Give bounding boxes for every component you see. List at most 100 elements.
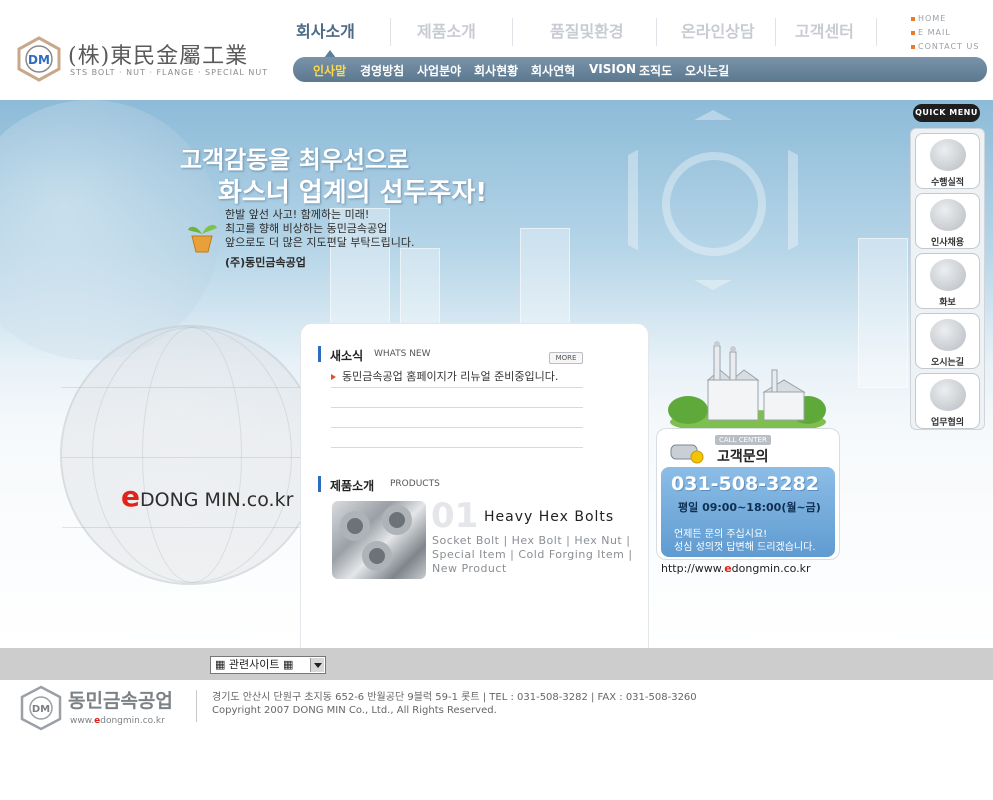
footer-company-name: 동민금속공업 <box>68 690 173 712</box>
quick-item-label: 업무협의 <box>930 418 965 428</box>
sub-nav-business[interactable]: 사업분야 <box>417 62 461 79</box>
quick-item-records[interactable]: 수행실적 <box>915 133 980 189</box>
products-title: 제품소개 <box>330 479 375 493</box>
news-item <box>331 428 583 448</box>
recruit-icon <box>930 199 966 231</box>
nut-shape <box>382 505 412 535</box>
products-section-header: 제품소개 PRODUCTS <box>318 476 588 493</box>
camera-icon <box>930 259 966 291</box>
footer-copyright: Copyright 2007 DONG MIN Co., Ltd., All R… <box>212 705 497 716</box>
util-contact-label: CONTACT US <box>918 42 980 51</box>
call-center-box: CALL CENTER 고객문의 031-508-3282 평일 09:00~1… <box>656 428 840 560</box>
call-center-tag: CALL CENTER <box>715 435 771 445</box>
util-home-label: HOME <box>918 14 947 23</box>
bullet-arrow-icon <box>331 374 336 380</box>
related-sites-select[interactable]: ▦ 관련사이트 ▦ <box>210 656 326 674</box>
wordmark-rest: DONG MIN.co.kr <box>140 489 294 511</box>
company-tagline: STS BOLT · NUT · FLANGE · SPECIAL NUT <box>70 68 269 77</box>
emblem-letters: DM <box>28 53 50 67</box>
sub-nav-location[interactable]: 오시는길 <box>685 62 729 79</box>
util-contact-link[interactable]: CONTACT US <box>911 40 991 54</box>
util-home-link[interactable]: HOME <box>911 12 991 26</box>
nav-divider <box>656 18 657 46</box>
sub-nav-vision[interactable]: VISION <box>589 62 636 76</box>
main-nav-customer[interactable]: 고객센터 <box>795 18 854 42</box>
pen-icon <box>930 379 966 411</box>
news-section-header: 새소식 WHATS NEW <box>318 346 588 363</box>
footer-info: 경기도 안산시 단원구 초지동 652-6 반월공단 9블럭 59-1 롯트 |… <box>212 691 697 717</box>
hero-intro-text: 한발 앞선 사고! 함께하는 미래! 최고를 향해 비상하는 동민금속공업 앞으… <box>225 208 415 270</box>
bullet-icon <box>911 44 915 49</box>
sub-nav-status[interactable]: 회사현황 <box>474 62 518 79</box>
product-sub-list[interactable]: Socket Bolt | Hex Bolt | Hex Nut | Speci… <box>432 534 642 576</box>
nav-divider <box>390 18 391 46</box>
sub-nav-greeting[interactable]: 인사말 <box>313 62 346 79</box>
sub-nav-policy[interactable]: 경영방침 <box>360 62 404 79</box>
sub-nav-organization[interactable]: 조직도 <box>639 62 672 79</box>
product-number: 01 <box>431 496 479 536</box>
quick-menu: QUICK MENU 수행실적 인사채용 화보 오시는길 업무협의 <box>910 104 986 430</box>
sub-nav-history[interactable]: 회사연혁 <box>531 62 575 79</box>
phone-icon <box>670 444 704 464</box>
wordmark-e: e <box>121 480 140 513</box>
call-center-message2: 성심 성의껏 답변해 드리겠습니다. <box>674 542 816 553</box>
quick-item-location[interactable]: 오시는길 <box>915 313 980 369</box>
main-navigation: 회사소개 제품소개 품질및환경 온라인상담 고객센터 <box>290 18 890 48</box>
footer-divider <box>196 690 197 722</box>
header: DM (株)東民金屬工業 STS BOLT · NUT · FLANGE · S… <box>0 0 993 100</box>
product-image[interactable] <box>332 501 426 579</box>
footer-emblem-icon: DM <box>20 685 62 731</box>
quick-item-label: 인사채용 <box>930 238 965 248</box>
util-email-label: E MAIL <box>918 28 951 37</box>
intro-line: 앞으로도 더 많은 지도편달 부탁드립니다. <box>225 236 415 249</box>
records-icon <box>930 139 966 171</box>
section-bar <box>318 346 321 362</box>
hero-slogan-line1: 고객감동을 최우선으로 <box>180 146 410 174</box>
nav-divider <box>876 18 877 46</box>
content-panel: 새소식 WHATS NEW MORE 동민금속공업 홈페이지가 리뉴얼 준비중입… <box>300 323 649 653</box>
related-sites-label: ▦ 관련사이트 ▦ <box>215 658 294 671</box>
url-e: e <box>724 562 732 575</box>
url-prefix: http://www. <box>661 562 725 575</box>
product-name[interactable]: Heavy Hex Bolts <box>484 509 614 525</box>
hero-slogan-line2: 화스너 업계의 선두주자! <box>218 178 488 208</box>
main-nav-quality[interactable]: 품질및환경 <box>550 18 624 42</box>
bullet-icon <box>911 30 915 35</box>
call-center-heading: 고객문의 <box>717 449 769 465</box>
sub-navigation: 인사말 경영방침 사업분야 회사현황 회사연혁 VISION 조직도 오시는길 <box>293 57 987 82</box>
news-item[interactable]: 동민금속공업 홈페이지가 리뉴얼 준비중입니다. <box>331 368 583 388</box>
nav-divider <box>775 18 776 46</box>
website-url[interactable]: http://www.edongmin.co.kr <box>661 562 811 575</box>
footer-bar <box>0 648 993 680</box>
news-item <box>331 388 583 408</box>
site-logo[interactable]: DM (株)東民金屬工業 STS BOLT · NUT · FLANGE · S… <box>16 36 267 86</box>
call-center-phone: 031-508-3282 <box>671 473 819 495</box>
footer-emblem-letters: DM <box>32 704 50 715</box>
call-center-panel: 031-508-3282 평일 09:00~18:00(월~금) 언제든 문의 … <box>661 467 835 557</box>
footer-url-prefix: www. <box>70 716 95 726</box>
main-nav-products[interactable]: 제품소개 <box>417 18 476 42</box>
news-title-en: WHATS NEW <box>374 349 431 359</box>
watermark-emblem-ring <box>662 152 766 256</box>
utility-links: HOME E MAIL CONTACT US <box>911 12 991 54</box>
quick-item-gallery[interactable]: 화보 <box>915 253 980 309</box>
news-more-button[interactable]: MORE <box>549 352 583 364</box>
news-item <box>331 408 583 428</box>
factory-illustration <box>668 341 826 430</box>
quick-item-business[interactable]: 업무협의 <box>915 373 980 429</box>
decorative-building <box>858 238 908 388</box>
main-nav-company[interactable]: 회사소개 <box>296 18 355 42</box>
news-list: 동민금속공업 홈페이지가 리뉴얼 준비중입니다. <box>331 368 583 448</box>
nut-shape <box>340 511 370 541</box>
quick-item-recruit[interactable]: 인사채용 <box>915 193 980 249</box>
bullet-icon <box>911 16 915 21</box>
chevron-down-icon[interactable] <box>310 658 324 672</box>
sprout-icon <box>188 224 217 253</box>
footer-logo: DM 동민금속공업 www.edongmin.co.kr <box>20 685 190 735</box>
footer-url-rest: dongmin.co.kr <box>100 716 165 726</box>
util-email-link[interactable]: E MAIL <box>911 26 991 40</box>
intro-line: 한발 앞선 사고! 함께하는 미래! <box>225 208 370 221</box>
footer-url: www.edongmin.co.kr <box>70 716 165 726</box>
main-nav-consult[interactable]: 온라인상담 <box>681 18 755 42</box>
quick-menu-panel: 수행실적 인사채용 화보 오시는길 업무협의 <box>910 128 985 430</box>
